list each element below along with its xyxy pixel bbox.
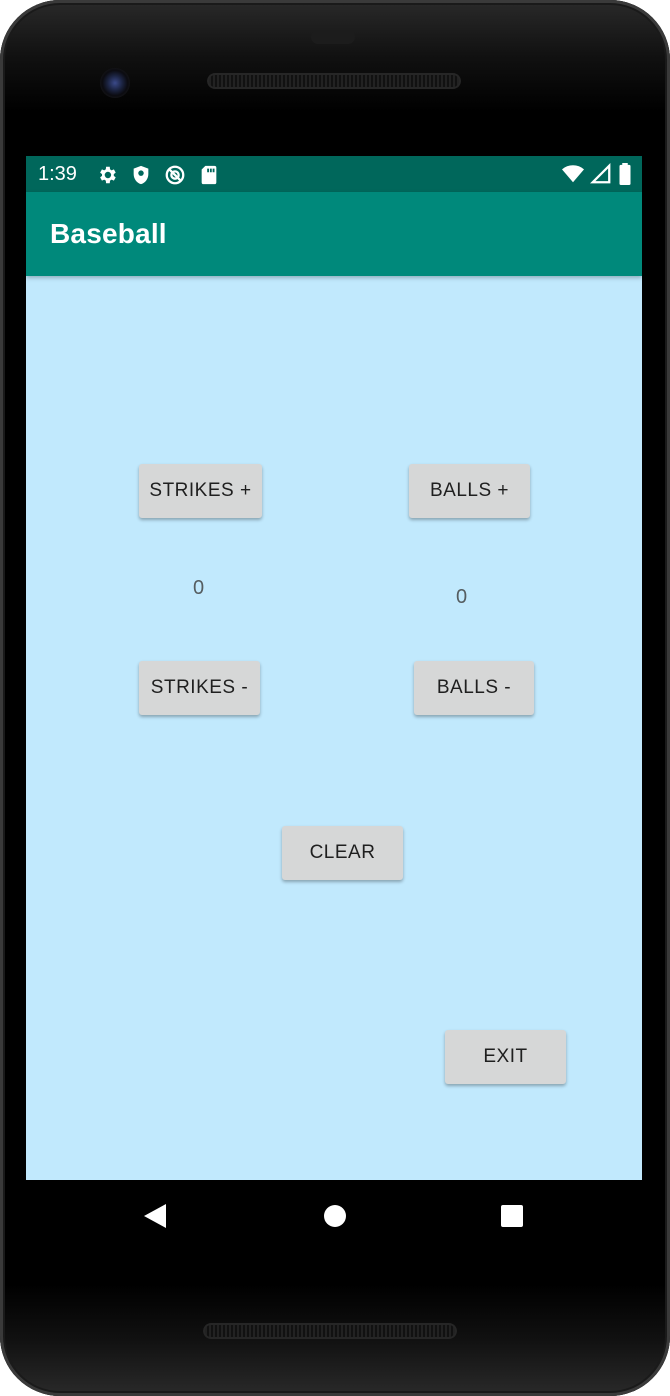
strikes-count: 0: [193, 577, 205, 599]
wifi-icon: [562, 163, 584, 185]
do-not-disturb-icon: [164, 164, 186, 186]
exit-button[interactable]: EXIT: [445, 1030, 566, 1084]
balls-minus-button[interactable]: BALLS -: [414, 661, 534, 715]
battery-icon: [618, 163, 632, 185]
clear-button[interactable]: CLEAR: [282, 826, 403, 880]
status-bar: 1:39: [26, 156, 642, 192]
status-icons-right: [562, 162, 632, 185]
screen: 1:39 Baseball STRIKES + BALLS + 0 0 STRI…: [26, 156, 642, 1180]
strikes-minus-button[interactable]: STRIKES -: [139, 661, 260, 715]
navigation-bar: [26, 1180, 642, 1252]
status-time: 1:39: [38, 163, 77, 185]
recents-icon[interactable]: [499, 1202, 525, 1235]
back-icon[interactable]: [142, 1202, 168, 1235]
bottom-speaker: [203, 1323, 457, 1339]
sd-card-icon: [198, 164, 220, 186]
shield-icon: [130, 164, 152, 186]
balls-plus-button[interactable]: BALLS +: [409, 464, 530, 518]
front-camera: [100, 68, 130, 98]
app-bar: Baseball: [26, 192, 642, 276]
top-speaker: [207, 73, 461, 89]
app-title: Baseball: [50, 218, 167, 249]
phone-frame: 1:39 Baseball STRIKES + BALLS + 0 0 STRI…: [0, 0, 670, 1396]
signal-icon: [589, 162, 612, 185]
settings-icon: [96, 164, 118, 186]
balls-count: 0: [456, 586, 468, 608]
strikes-plus-button[interactable]: STRIKES +: [139, 464, 262, 518]
home-icon[interactable]: [322, 1202, 348, 1235]
earpiece: [311, 30, 355, 44]
status-icons-left: [96, 164, 220, 186]
